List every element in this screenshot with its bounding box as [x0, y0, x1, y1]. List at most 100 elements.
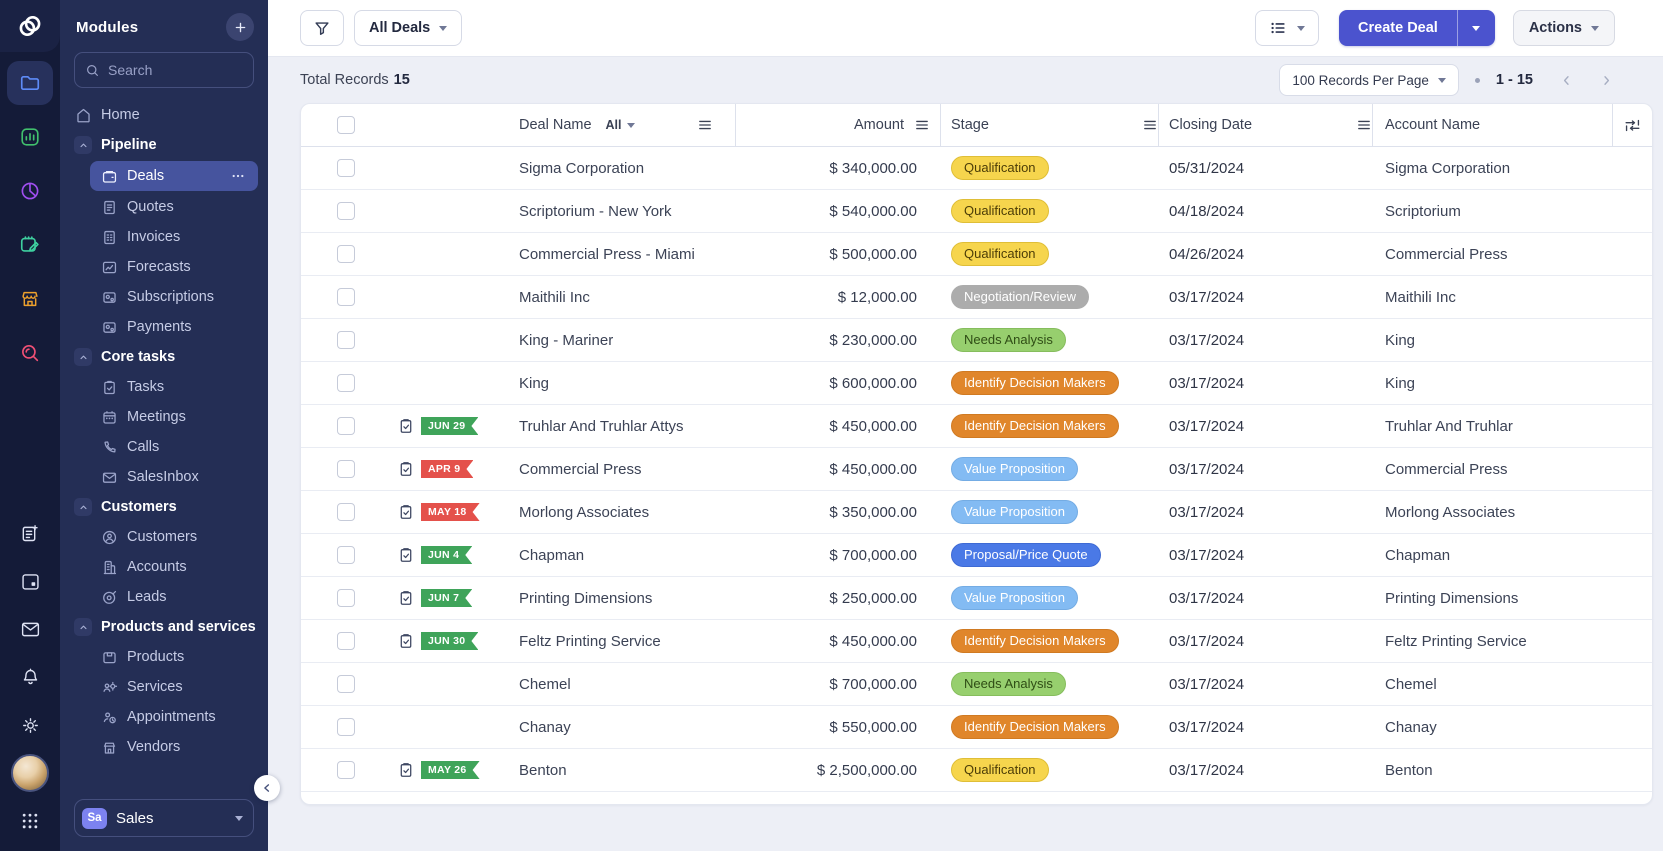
sidebar-item-invoices[interactable]: Invoices [70, 222, 260, 252]
rail-item-activities[interactable] [7, 223, 53, 267]
table-row[interactable]: Commercial Press - Miami$ 500,000.00Qual… [301, 233, 1652, 276]
row-checkbox[interactable] [337, 288, 355, 306]
row-checkbox[interactable] [337, 202, 355, 220]
account-name[interactable]: Benton [1373, 749, 1613, 791]
create-deal-dropdown[interactable] [1458, 10, 1495, 46]
rail-item-app-switcher[interactable] [7, 800, 53, 842]
table-row[interactable]: Sigma Corporation$ 340,000.00Qualificati… [301, 147, 1652, 190]
table-row[interactable]: APR 9Commercial Press$ 450,000.00Value P… [301, 448, 1652, 491]
table-row[interactable]: JUN 7Printing Dimensions$ 250,000.00Valu… [301, 577, 1652, 620]
account-name[interactable]: Scriptorium [1373, 190, 1613, 232]
records-per-page-dropdown[interactable]: 100 Records Per Page [1279, 64, 1459, 96]
account-name[interactable]: Chanay [1373, 706, 1613, 748]
deal-name[interactable]: Benton [511, 749, 736, 791]
sidebar-item-leads[interactable]: Leads [70, 582, 260, 612]
account-name[interactable]: Morlong Associates [1373, 491, 1613, 533]
task-icon[interactable] [397, 417, 415, 435]
account-name[interactable]: Printing Dimensions [1373, 577, 1613, 619]
row-checkbox[interactable] [337, 761, 355, 779]
table-row[interactable]: JUN 29Truhlar And Truhlar Attys$ 450,000… [301, 405, 1652, 448]
account-name[interactable]: Feltz Printing Service [1373, 620, 1613, 662]
task-icon[interactable] [397, 632, 415, 650]
row-checkbox[interactable] [337, 675, 355, 693]
table-row[interactable]: JUN 30Feltz Printing Service$ 450,000.00… [301, 620, 1652, 663]
rail-item-settings[interactable] [7, 704, 53, 746]
rail-item-user-avatar[interactable] [7, 752, 53, 794]
manage-columns-button[interactable] [1613, 104, 1652, 146]
deal-name[interactable]: King - Mariner [511, 319, 736, 361]
sidebar-group-customers[interactable]: Customers [70, 492, 260, 522]
previous-page-button[interactable] [1553, 67, 1579, 93]
more-options-icon[interactable] [230, 168, 248, 184]
table-row[interactable]: Chanay$ 550,000.00Identify Decision Make… [301, 706, 1652, 749]
actions-button[interactable]: Actions [1513, 10, 1615, 46]
rail-item-modules[interactable] [7, 61, 53, 105]
row-checkbox[interactable] [337, 503, 355, 521]
row-checkbox[interactable] [337, 417, 355, 435]
row-checkbox[interactable] [337, 460, 355, 478]
deal-name-filter-dropdown[interactable]: All [606, 118, 635, 132]
next-page-button[interactable] [1593, 67, 1619, 93]
account-name[interactable]: King [1373, 362, 1613, 404]
filter-button[interactable] [300, 10, 344, 46]
deal-name[interactable]: Printing Dimensions [511, 577, 736, 619]
sidebar-item-subscriptions[interactable]: Subscriptions [70, 282, 260, 312]
sidebar-item-customers[interactable]: Customers [70, 522, 260, 552]
deal-name[interactable]: Chemel [511, 663, 736, 705]
rail-item-calendar[interactable] [7, 560, 53, 602]
account-name[interactable]: Truhlar And Truhlar [1373, 405, 1613, 447]
sidebar-item-tasks[interactable]: Tasks [70, 372, 260, 402]
deal-name[interactable]: Commercial Press - Miami [511, 233, 736, 275]
sidebar-item-deals[interactable]: Deals [90, 161, 258, 191]
deal-name[interactable]: King [511, 362, 736, 404]
table-row[interactable]: King$ 600,000.00Identify Decision Makers… [301, 362, 1652, 405]
deal-name[interactable]: Maithili Inc [511, 276, 736, 318]
account-name[interactable]: Commercial Press [1373, 233, 1613, 275]
sidebar-group-core-tasks[interactable]: Core tasks [70, 342, 260, 372]
sidebar-group-products-and-services[interactable]: Products and services [70, 612, 260, 642]
deal-name[interactable]: Sigma Corporation [511, 147, 736, 189]
select-all-checkbox[interactable] [337, 116, 355, 134]
deal-name[interactable]: Scriptorium - New York [511, 190, 736, 232]
row-checkbox[interactable] [337, 589, 355, 607]
sidebar-item-salesinbox[interactable]: SalesInbox [70, 462, 260, 492]
sidebar-item-quotes[interactable]: Quotes [70, 192, 260, 222]
row-checkbox[interactable] [337, 374, 355, 392]
rail-item-notifications[interactable] [7, 656, 53, 698]
task-icon[interactable] [397, 546, 415, 564]
rail-item-zia-search[interactable] [7, 331, 53, 375]
account-name[interactable]: Chemel [1373, 663, 1613, 705]
table-row[interactable]: MAY 18Morlong Associates$ 350,000.00Valu… [301, 491, 1652, 534]
column-menu-icon[interactable] [1356, 117, 1372, 133]
task-icon[interactable] [397, 460, 415, 478]
row-checkbox[interactable] [337, 245, 355, 263]
task-icon[interactable] [397, 589, 415, 607]
sidebar-item-accounts[interactable]: Accounts [70, 552, 260, 582]
sidebar-item-meetings[interactable]: Meetings [70, 402, 260, 432]
row-checkbox[interactable] [337, 632, 355, 650]
add-module-button[interactable] [226, 13, 254, 41]
deal-name[interactable]: Commercial Press [511, 448, 736, 490]
rail-item-mail[interactable] [7, 608, 53, 650]
rail-item-dashboards[interactable] [7, 115, 53, 159]
rail-item-reports[interactable] [7, 169, 53, 213]
sidebar-collapse-button[interactable] [254, 775, 280, 801]
row-checkbox[interactable] [337, 546, 355, 564]
sidebar-group-pipeline[interactable]: Pipeline [70, 130, 260, 160]
table-row[interactable]: King - Mariner$ 230,000.00Needs Analysis… [301, 319, 1652, 362]
sidebar-item-calls[interactable]: Calls [70, 432, 260, 462]
deal-name[interactable]: Truhlar And Truhlar Attys [511, 405, 736, 447]
column-menu-icon[interactable] [1142, 117, 1158, 133]
row-checkbox[interactable] [337, 331, 355, 349]
account-name[interactable]: Chapman [1373, 534, 1613, 576]
table-row[interactable]: MAY 26Benton$ 2,500,000.00Qualification0… [301, 749, 1652, 792]
task-icon[interactable] [397, 761, 415, 779]
sidebar-item-payments[interactable]: Payments [70, 312, 260, 342]
sidebar-item-services[interactable]: Services [70, 672, 260, 702]
deal-name[interactable]: Chanay [511, 706, 736, 748]
column-menu-icon[interactable] [914, 117, 930, 133]
sidebar-search-input[interactable]: Search [74, 52, 254, 88]
list-view-button[interactable] [1255, 10, 1319, 46]
deal-name[interactable]: Feltz Printing Service [511, 620, 736, 662]
rail-item-quick-create[interactable] [7, 512, 53, 554]
